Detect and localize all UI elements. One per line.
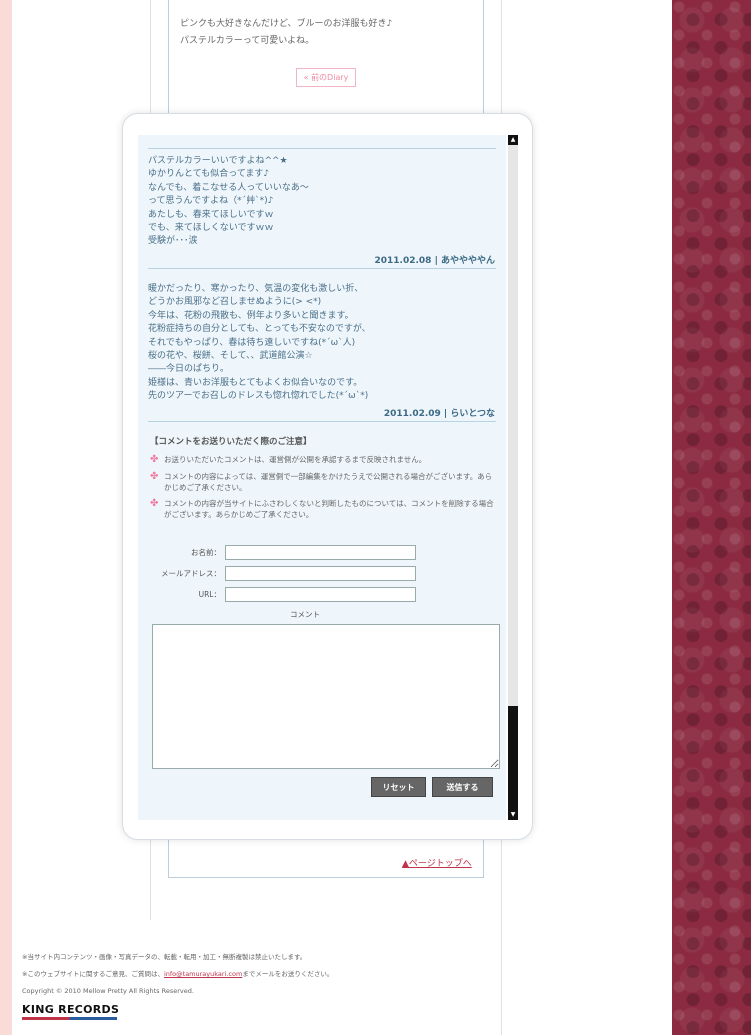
contact-email-link[interactable]: info@tamurayukari.com: [164, 970, 242, 978]
comment-line: 花粉症持ちの自分としても、とっても不安なのですが、: [148, 324, 371, 335]
comment-line: なんでも、着こなせる人っていいなあ～: [148, 182, 309, 193]
comment-line: でも、来てほしくないですｗｗ: [148, 223, 274, 234]
notice-text: コメントの内容が当サイトにふさわしくないと判断したものについては、コメントを削除…: [164, 499, 494, 519]
notice-text: お送りいただいたコメントは、運営側が公開を承認するまで反映されません。: [164, 455, 427, 464]
page-top-link[interactable]: ▲ページトップへ: [402, 856, 472, 869]
flower-icon: ✤: [150, 498, 159, 509]
arrow-up-icon[interactable]: ▲: [508, 135, 518, 145]
comment-line: ――今日のぱちり。: [148, 364, 229, 375]
diary-line: パステルカラーって可愛いよね。: [180, 36, 315, 46]
flower-icon: ✤: [150, 454, 159, 465]
comment-line: ゆかりんとても似合ってます♪: [148, 169, 270, 180]
king-records-logo[interactable]: KING RECORDS: [22, 1003, 119, 1016]
scrollbar-thumb[interactable]: [508, 706, 518, 810]
diary-line: ピンクも大好きなんだけど、ブルーのお洋服も好き♪: [180, 19, 393, 29]
notice-item: ✤ お送りいただいたコメントは、運営側が公開を承認するまで反映されません。: [150, 454, 495, 465]
footer-contact-suffix: までメールをお送りください。: [242, 970, 334, 978]
logo-underline: [22, 1017, 117, 1020]
comment-textarea[interactable]: [152, 624, 500, 769]
comment-line: 桜の花や、桜餅、そして、、武道館公演☆: [148, 351, 313, 362]
footer-contact-prefix: ※このウェブサイトに関するご意見、ご質問は、: [22, 970, 164, 978]
name-field[interactable]: [225, 545, 416, 560]
notice-item: ✤ コメントの内容によっては、運営側で一部編集をかけたうえで公開される場合がござ…: [150, 471, 495, 493]
notice-item: ✤ コメントの内容が当サイトにふさわしくないと判断したものについては、コメントを…: [150, 498, 495, 520]
comment-line: それでもやっぱり、春は待ち遠しいですね(*´ω`人): [148, 337, 356, 348]
prev-diary-link[interactable]: « 前のDiary: [296, 68, 356, 87]
copyright: Copyright © 2010 Mellow Pretty All Right…: [22, 987, 194, 995]
comment-line: どうかお風邪など召しませぬように(> <*): [148, 297, 322, 308]
email-label: メールアドレス：: [161, 569, 221, 578]
email-field[interactable]: [225, 566, 416, 581]
notice-text: コメントの内容によっては、運営側で一部編集をかけたうえで公開される場合がございま…: [164, 472, 493, 492]
reset-button[interactable]: リセット: [371, 777, 426, 797]
comment-meta: 2011.02.09 | らいとつな: [383, 409, 495, 419]
submit-button[interactable]: 送信する: [432, 777, 493, 797]
comment-separator: [148, 421, 496, 422]
comment-line: 姫様は、青いお洋服もとてもよくお似合いなのです。: [148, 377, 363, 388]
comment-line: 先のツアーでお召しのドレスも惚れ惚れでした(*´ω`*): [148, 391, 369, 402]
left-decor-strip: [0, 0, 12, 1035]
comment-line: パステルカラーいいですよね^^★: [148, 156, 288, 166]
comment-separator: [148, 148, 496, 149]
flower-icon: ✤: [150, 471, 159, 482]
comment-body: 暖かだったり、寒かったり、気温の変化も激しい折、 どうかお風邪など召しませぬよう…: [148, 283, 371, 404]
comment-line: あたしも、春来てほしいですｗ: [148, 209, 274, 220]
comment-meta: 2011.02.08 | あややややん: [374, 256, 496, 266]
arrow-down-icon[interactable]: ▼: [508, 810, 518, 820]
comment-line: 受験が･･･涙: [148, 236, 198, 247]
comment-separator: [148, 268, 496, 269]
footer-notice: ※当サイト内コンテンツ・画像・写真データの、転載・転用・加工・無断複製は禁止いた…: [22, 953, 307, 961]
comment-line: 暖かだったり、寒かったり、気温の変化も激しい折、: [148, 284, 364, 294]
right-decor-pattern: [672, 0, 751, 1035]
comment-line: って思うんですよね（*´艸`*)♪: [148, 196, 274, 207]
diary-text: ピンクも大好きなんだけど、ブルーのお洋服も好き♪ パステルカラーって可愛いよね。: [180, 16, 392, 50]
comment-label: コメント: [290, 610, 320, 619]
footer-contact: ※このウェブサイトに関するご意見、ご質問は、info@tamurayukari.…: [22, 968, 333, 978]
notice-title: 【コメントをお送りいただく際のご注意】: [150, 437, 312, 447]
comment-line: 今年は、花粉の飛散も、例年より多いと聞きます。: [148, 310, 354, 321]
comment-body: パステルカラーいいですよね^^★ ゆかりんとても似合ってます♪ なんでも、着こな…: [148, 155, 309, 249]
name-label: お名前：: [191, 548, 221, 557]
url-label: URL：: [198, 590, 221, 599]
url-field[interactable]: [225, 587, 416, 602]
